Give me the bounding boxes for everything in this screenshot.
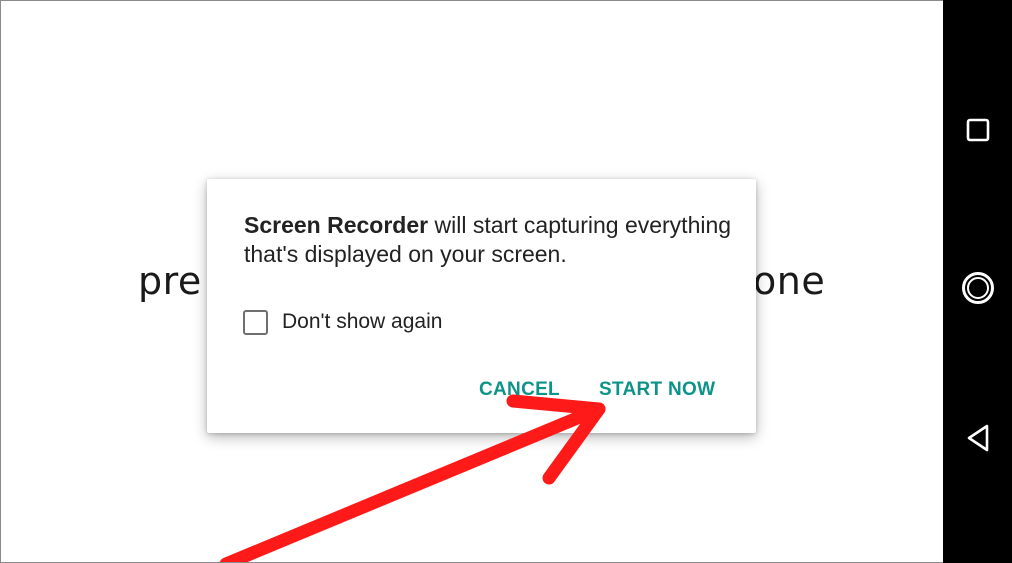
dont-show-again-label: Don't show again (282, 310, 443, 333)
screen-capture-permission-dialog: Screen Recorder will start capturing eve… (207, 179, 756, 433)
app-name: Screen Recorder (244, 212, 429, 238)
system-navigation-bar (943, 0, 1012, 563)
circle-home-icon (961, 272, 994, 304)
dialog-message: Screen Recorder will start capturing eve… (244, 211, 734, 269)
triangle-back-icon (967, 424, 988, 452)
app-screen: pre one Screen Recorder will start captu… (0, 0, 943, 563)
background-text-left: pre (138, 259, 202, 303)
dont-show-again-row[interactable]: Don't show again (243, 307, 442, 337)
back-button[interactable] (943, 408, 1012, 468)
background-text-right: one (753, 259, 826, 303)
home-button[interactable] (943, 258, 1012, 318)
start-now-button[interactable]: START NOW (599, 379, 715, 401)
dont-show-again-checkbox[interactable] (243, 309, 268, 335)
cancel-button[interactable]: CANCEL (479, 379, 560, 401)
recents-button[interactable] (943, 100, 1012, 160)
square-recents-icon (966, 118, 989, 142)
